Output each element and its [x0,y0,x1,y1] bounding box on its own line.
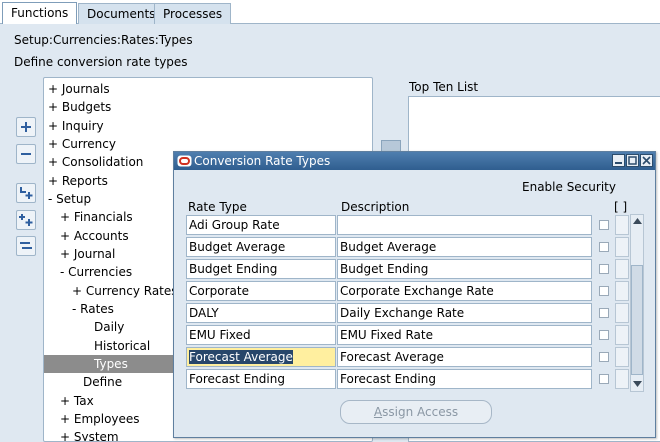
rate-type-field[interactable]: Forecast Ending [186,369,336,389]
rate-type-field[interactable]: Corporate [186,281,336,301]
assign-access-button[interactable]: Assign Access [340,400,492,424]
tree-item-inquiry[interactable]: + Inquiry [44,117,372,135]
tab-processes[interactable]: Processes [154,3,232,25]
description-field[interactable]: Daily Exchange Rate [337,303,592,323]
maximize-button[interactable] [626,154,639,167]
rate-type-field[interactable]: DALY [186,303,336,323]
close-button[interactable] [640,154,653,167]
description-field[interactable] [337,215,592,235]
plus-icon [21,122,31,132]
tab-bar: Functions Documents Processes [0,0,660,25]
enable-security-checkbox[interactable] [599,352,609,362]
row-selector[interactable] [615,215,629,235]
assign-access-label: ssign Access [382,405,459,419]
rate-type-field-active[interactable]: Forecast Average [186,347,336,367]
tree-item-budgets[interactable]: + Budgets [44,98,372,116]
minimize-icon [615,162,622,164]
description-field[interactable]: Corporate Exchange Rate [337,281,592,301]
rate-type-field[interactable]: Adi Group Rate [186,215,336,235]
rate-type-field[interactable]: Budget Average [186,237,336,257]
collapse-all-icon [20,242,32,249]
row-selector[interactable] [615,369,629,389]
scrollbar-thumb[interactable] [631,265,643,375]
enable-security-label: Enable Security [522,180,616,194]
row-selector[interactable] [615,259,629,279]
enable-security-checkbox[interactable] [599,330,609,340]
rate-type-field[interactable]: EMU Fixed [186,325,336,345]
remove-button[interactable] [16,144,36,164]
oracle-logo-icon [177,155,192,167]
expand-branch-icon [20,187,33,199]
row-selector[interactable] [615,347,629,367]
tree-item-journals[interactable]: + Journals [44,80,372,98]
rate-type-field[interactable]: Budget Ending [186,259,336,279]
minus-icon [21,153,31,155]
enable-security-checkbox[interactable] [599,242,609,252]
selected-text: Forecast Average [189,350,293,364]
description-field[interactable]: Budget Average [337,237,592,257]
folder-bracket-header: [ ] [614,200,628,214]
description-field[interactable]: EMU Fixed Rate [337,325,592,345]
tab-functions[interactable]: Functions [2,2,78,25]
row-selector[interactable] [615,281,629,301]
minimize-button[interactable] [612,154,625,167]
enable-security-checkbox[interactable] [599,374,609,384]
description-field[interactable]: Budget Ending [337,259,592,279]
rate-type-column-header: Rate Type [188,200,247,214]
enable-security-checkbox[interactable] [599,220,609,230]
close-icon [642,156,651,165]
row-selector[interactable] [615,325,629,345]
row-selector[interactable] [615,237,629,257]
assign-access-mnemonic: A [373,405,383,419]
description-column-header: Description [341,200,410,214]
description-field[interactable]: Forecast Average [337,347,592,367]
description-field[interactable]: Forecast Ending [337,369,592,389]
enable-security-checkbox[interactable] [599,286,609,296]
top-ten-label: Top Ten List [409,80,479,94]
maximize-icon [628,156,637,165]
row-selector[interactable] [615,303,629,323]
window-title: Conversion Rate Types [194,154,331,168]
enable-security-checkbox[interactable] [599,308,609,318]
records-scrollbar[interactable] [630,214,644,392]
conversion-rate-types-window: Conversion Rate Types Enable Security Ra… [173,151,656,438]
add-button[interactable] [16,117,36,137]
expand-all-button[interactable] [16,210,36,230]
expand-branch-button[interactable] [16,183,36,203]
page-description: Define conversion rate types [14,55,188,69]
expand-all-icon [19,214,33,226]
scroll-down-icon [633,381,642,387]
window-titlebar[interactable]: Conversion Rate Types [174,152,655,170]
tab-documents[interactable]: Documents [78,3,165,25]
collapse-all-button[interactable] [16,236,36,256]
enable-security-checkbox[interactable] [599,264,609,274]
breadcrumb: Setup:Currencies:Rates:Types [14,33,193,47]
scroll-up-icon [633,218,642,224]
